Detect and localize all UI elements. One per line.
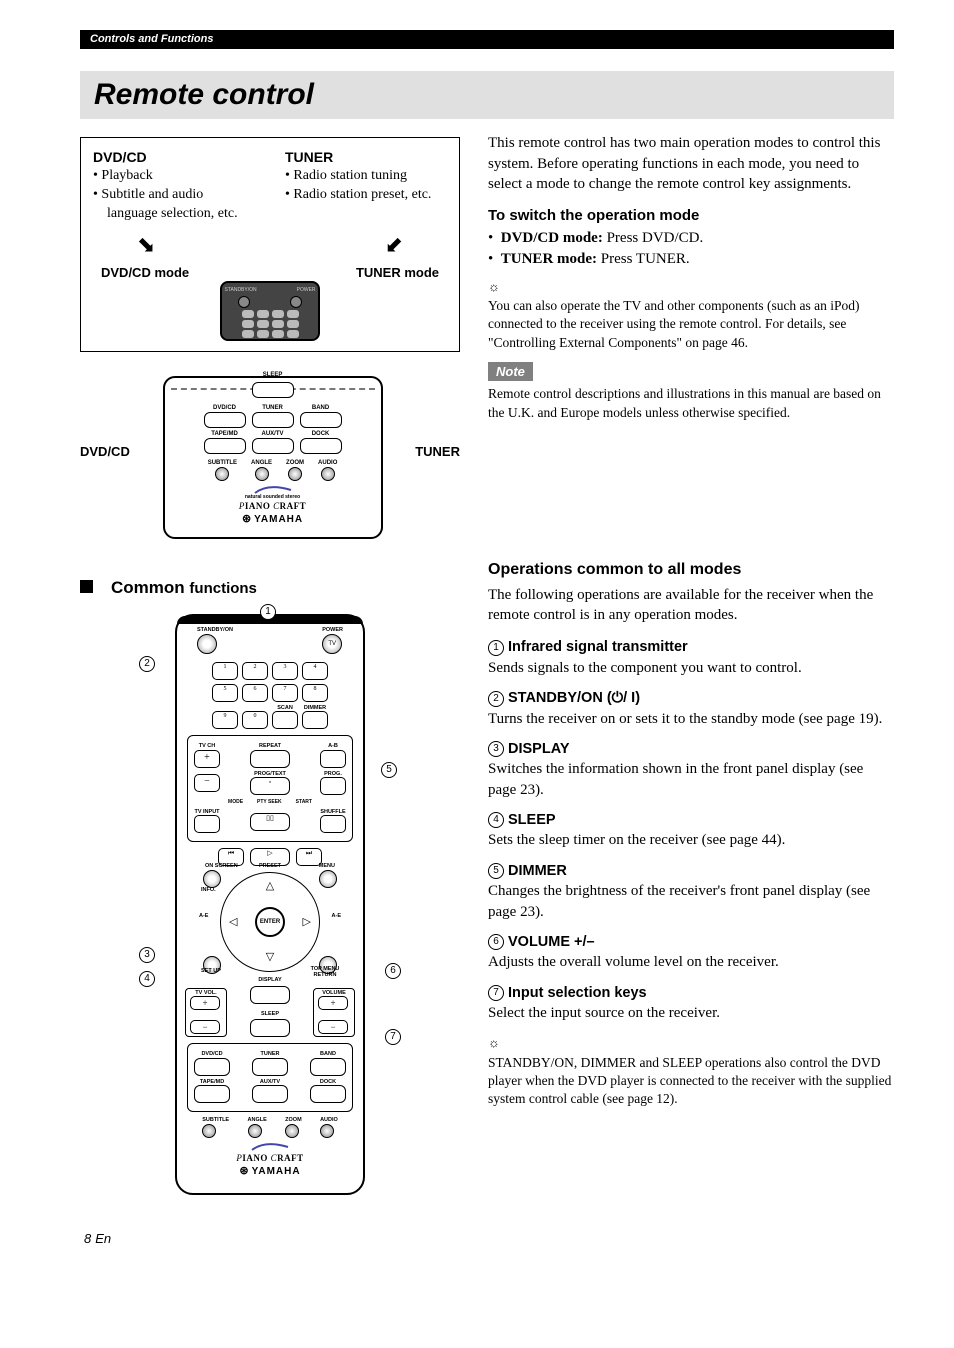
op-item-4: 4SLEEP Sets the sleep timer on the recei… [488, 810, 894, 851]
arrows: ⬊ ⬋ [93, 224, 447, 264]
callout-3: 3 [139, 947, 159, 963]
arrow-icon: ⬋ [385, 230, 403, 260]
right-column: This remote control has two main operati… [488, 133, 894, 421]
switch-tuner: • TUNER mode: Press TUNER. [488, 249, 894, 269]
note-text: Remote control descriptions and illustra… [488, 385, 894, 421]
op-item-3: 3DISPLAY Switches the information shown … [488, 739, 894, 800]
callout-7: 7 [385, 1029, 405, 1045]
section-header: Controls and Functions [80, 30, 894, 49]
tip-icon [488, 1033, 894, 1053]
zoom-remote: SLEEP DVD/CD TUNER BAND TAPE/MD [163, 376, 383, 539]
common-left: Common functions 1 2 5 3 4 6 7 STANDBY/O… [80, 549, 460, 1195]
op-item-2: 2STANDBY/ON (⏻/ I) Turns the receiver on… [488, 688, 894, 729]
note-label: Note [488, 362, 533, 382]
final-tip: STANDBY/ON, DIMMER and SLEEP operations … [488, 1054, 894, 1109]
op-item-5: 5DIMMER Changes the brightness of the re… [488, 861, 894, 922]
tuner-head: TUNER [285, 148, 447, 167]
callout-6: 6 [385, 963, 405, 979]
switch-head: To switch the operation mode [488, 206, 894, 226]
ops-column: Operations common to all modes The follo… [488, 549, 894, 1108]
zoom-remote-row: DVD/CD SLEEP DVD/CD TUNER BAND [80, 364, 460, 539]
dvd-mode-label: DVD/CD mode [101, 264, 189, 282]
op-item-6: 6VOLUME +/– Adjusts the overall volume l… [488, 932, 894, 973]
tip-text: You can also operate the TV and other co… [488, 297, 894, 352]
left-column: DVD/CD • Playback • Subtitle and audio l… [80, 133, 460, 539]
mini-remote-graphic: STANDBY/ONPOWER [220, 281, 320, 341]
tuner-mode-label: TUNER mode [356, 264, 439, 282]
callout-4: 4 [139, 971, 159, 987]
ops-intro: The following operations are available f… [488, 585, 894, 626]
tip-icon [488, 277, 894, 297]
tuner-pointer: TUNER [415, 443, 460, 461]
yamaha-logo: YAMAHA [171, 512, 375, 527]
op-item-7: 7Input selection keys Select the input s… [488, 983, 894, 1024]
callout-2: 2 [139, 656, 159, 672]
dvd-head: DVD/CD [93, 148, 255, 167]
callout-5: 5 [381, 762, 401, 778]
top-columns: DVD/CD • Playback • Subtitle and audio l… [80, 133, 894, 539]
full-remote: 1 2 5 3 4 6 7 STANDBY/ON POWERTV 1234 56… [145, 614, 395, 1195]
page-title: Remote control [80, 71, 894, 120]
dvdcd-pointer: DVD/CD [80, 443, 130, 461]
mode-diagram: DVD/CD • Playback • Subtitle and audio l… [80, 137, 460, 352]
pianocraft-logo: PIANO CRAFT [171, 500, 375, 512]
intro-para: This remote control has two main operati… [488, 133, 894, 194]
ops-head: Operations common to all modes [488, 559, 894, 581]
op-item-1: 1Infrared signal transmitter Sends signa… [488, 637, 894, 678]
callout-1: 1 [260, 604, 280, 620]
common-functions-heading: Common functions [80, 577, 460, 600]
page-number: 8En [80, 1225, 894, 1251]
bullet-square-icon [80, 580, 93, 593]
switch-dvd: • DVD/CD mode: Press DVD/CD. [488, 228, 894, 248]
arrow-icon: ⬊ [137, 230, 155, 260]
